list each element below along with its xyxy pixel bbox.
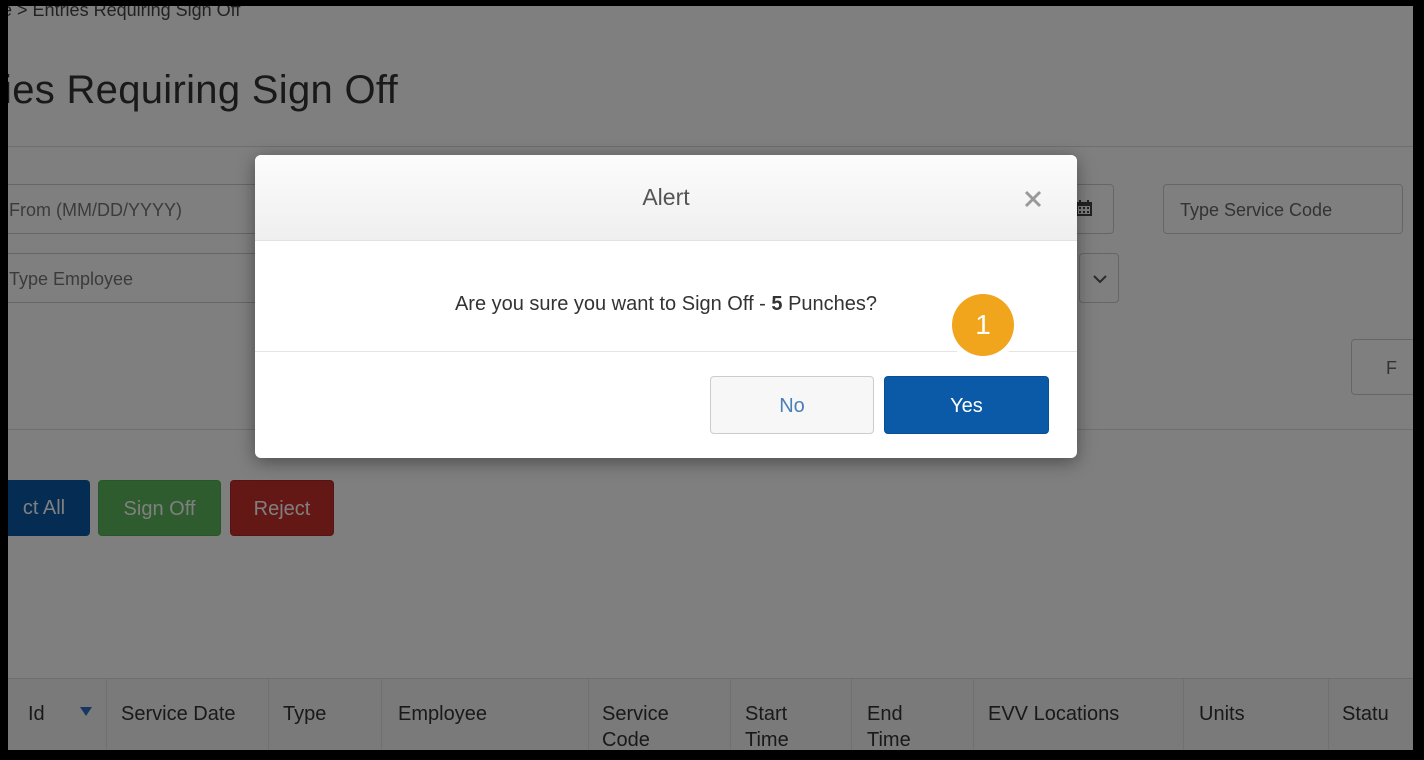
close-icon[interactable]: [1019, 185, 1047, 213]
yes-button[interactable]: Yes: [884, 376, 1049, 434]
alert-message-text: Are you sure you want to Sign Off -: [454, 293, 772, 315]
no-button[interactable]: No: [710, 376, 874, 434]
alert-message-suffix: Punches?: [782, 293, 878, 315]
alert-dialog-footer: No Yes: [255, 351, 1077, 458]
alert-dialog-header: Alert: [255, 155, 1077, 241]
punch-count: 5: [771, 293, 783, 315]
app-frame: e > Entries Requiring Sign Off tries Req…: [8, 6, 1413, 750]
alert-dialog-title: Alert: [642, 184, 690, 210]
alert-dialog: Alert Are you sure you want to Sign Off …: [255, 155, 1077, 458]
step-number-badge: 1: [952, 294, 1014, 356]
